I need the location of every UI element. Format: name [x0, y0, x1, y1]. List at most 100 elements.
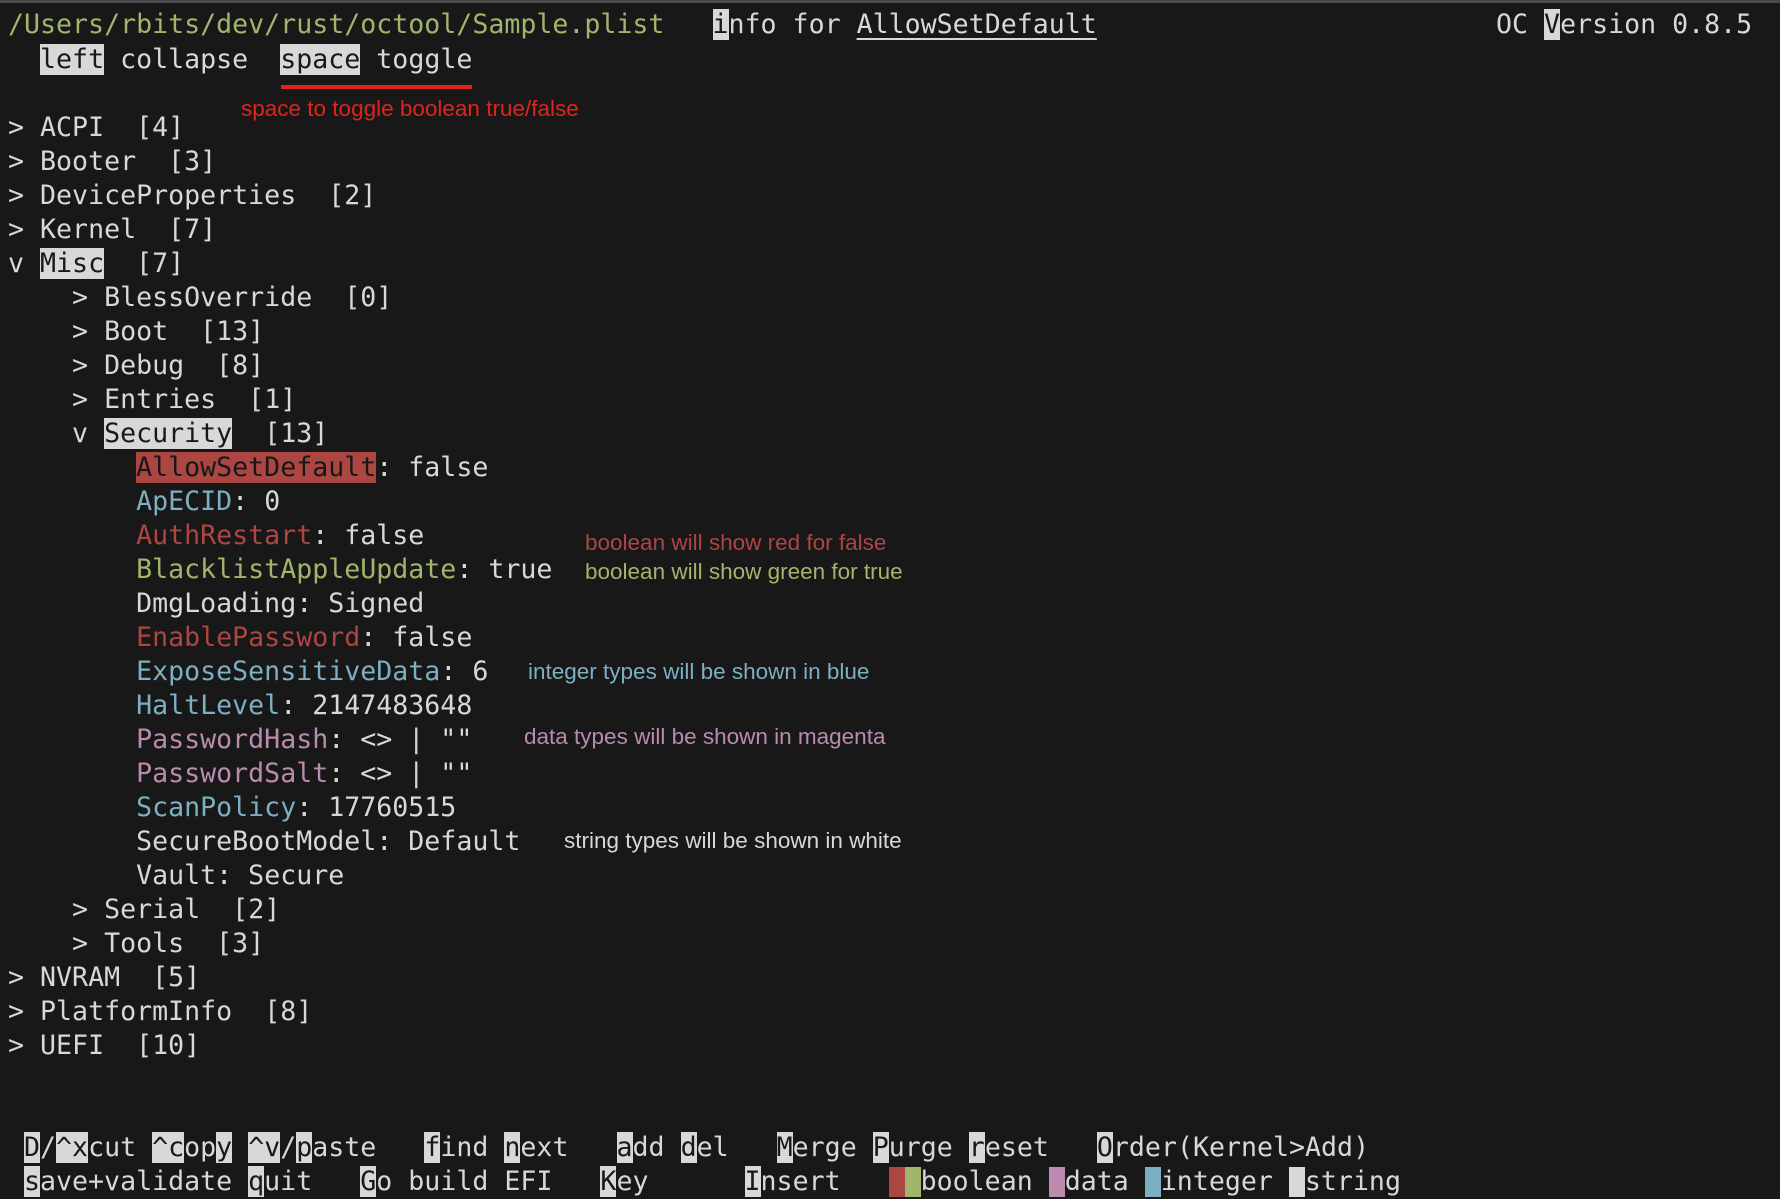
- section-name[interactable]: NVRAM: [40, 962, 120, 993]
- annotation-integer: integer types will be shown in blue: [528, 659, 870, 684]
- command-hotkey[interactable]: y: [216, 1132, 233, 1163]
- command-hotkey[interactable]: K: [600, 1166, 617, 1197]
- collapsed-chevron-icon[interactable]: >: [8, 112, 24, 143]
- tree-section-entries[interactable]: > Entries [1]: [8, 383, 296, 417]
- tree-section-deviceproperties[interactable]: > DeviceProperties [2]: [8, 179, 376, 213]
- collapsed-chevron-icon[interactable]: >: [8, 1030, 24, 1061]
- leaf-key[interactable]: AuthRestart: [136, 520, 312, 551]
- section-name[interactable]: Serial: [104, 894, 200, 925]
- tree-section-tools[interactable]: > Tools [3]: [8, 927, 264, 961]
- command-label: ey: [616, 1166, 745, 1197]
- leaf-key[interactable]: HaltLevel: [136, 690, 280, 721]
- section-name[interactable]: Kernel: [40, 214, 136, 245]
- collapsed-chevron-icon[interactable]: >: [72, 384, 88, 415]
- leaf-key[interactable]: EnablePassword: [136, 622, 360, 653]
- command-hotkey[interactable]: f: [424, 1132, 441, 1163]
- command-hotkey[interactable]: I: [744, 1166, 761, 1197]
- tree-section-uefi[interactable]: > UEFI [10]: [8, 1029, 200, 1063]
- tree-section-platforminfo[interactable]: > PlatformInfo [8]: [8, 995, 312, 1029]
- section-name[interactable]: PlatformInfo: [40, 996, 232, 1027]
- command-hotkey[interactable]: ^c: [152, 1132, 185, 1163]
- section-name[interactable]: ACPI: [40, 112, 104, 143]
- leaf-key[interactable]: BlacklistAppleUpdate: [136, 554, 456, 585]
- tree-leaf-authrestart[interactable]: AuthRestart: false: [8, 519, 424, 553]
- expanded-chevron-icon[interactable]: v: [72, 418, 88, 449]
- expanded-chevron-icon[interactable]: v: [8, 248, 24, 279]
- section-name[interactable]: Debug: [104, 350, 184, 381]
- command-hotkey[interactable]: P: [872, 1132, 889, 1163]
- tree-leaf-passwordsalt[interactable]: PasswordSalt: <> | "": [8, 757, 472, 791]
- tree-section-acpi[interactable]: > ACPI [4]: [8, 111, 184, 145]
- space-key[interactable]: space: [280, 44, 361, 75]
- leaf-key[interactable]: ApECID: [136, 486, 232, 517]
- tree-section-booter[interactable]: > Booter [3]: [8, 145, 216, 179]
- leaf-key[interactable]: PasswordSalt: [136, 758, 328, 789]
- leaf-key[interactable]: ScanPolicy: [136, 792, 296, 823]
- command-hotkey[interactable]: q: [248, 1166, 265, 1197]
- section-name[interactable]: Booter: [40, 146, 136, 177]
- command-hotkey[interactable]: a: [616, 1132, 633, 1163]
- left-key[interactable]: left: [40, 44, 105, 75]
- collapsed-chevron-icon[interactable]: >: [72, 928, 88, 959]
- collapsed-chevron-icon[interactable]: >: [8, 962, 24, 993]
- command-hotkey[interactable]: D: [24, 1132, 41, 1163]
- tree-leaf-passwordhash[interactable]: PasswordHash: <> | "": [8, 723, 472, 757]
- tree-leaf-haltlevel[interactable]: HaltLevel: 2147483648: [8, 689, 472, 723]
- tree-leaf-allowsetdefault[interactable]: AllowSetDefault: false: [8, 451, 488, 485]
- leaf-key[interactable]: ExposeSensitiveData: [136, 656, 440, 687]
- collapsed-chevron-icon[interactable]: >: [72, 350, 88, 381]
- tree-leaf-apecid[interactable]: ApECID: 0: [8, 485, 280, 519]
- version-hotkey[interactable]: V: [1544, 9, 1561, 40]
- section-name[interactable]: Security: [104, 418, 233, 449]
- command-hotkey[interactable]: ^v: [248, 1132, 281, 1163]
- command-hotkey[interactable]: O: [1096, 1132, 1113, 1163]
- command-hotkey[interactable]: ^x: [56, 1132, 89, 1163]
- tree-leaf-exposesensitivedata[interactable]: ExposeSensitiveData: 6: [8, 655, 488, 689]
- collapsed-chevron-icon[interactable]: >: [72, 316, 88, 347]
- leaf-key[interactable]: PasswordHash: [136, 724, 328, 755]
- section-name[interactable]: BlessOverride: [104, 282, 312, 313]
- collapsed-chevron-icon[interactable]: >: [8, 146, 24, 177]
- tree-section-nvram[interactable]: > NVRAM [5]: [8, 961, 200, 995]
- command-hotkey[interactable]: M: [776, 1132, 793, 1163]
- command-hotkey[interactable]: n: [504, 1132, 521, 1163]
- tree-section-kernel[interactable]: > Kernel [7]: [8, 213, 216, 247]
- section-name[interactable]: Boot: [104, 316, 168, 347]
- tree-leaf-vault[interactable]: Vault: Secure: [8, 859, 344, 893]
- tree-leaf-dmgloading[interactable]: DmgLoading: Signed: [8, 587, 424, 621]
- section-name[interactable]: Tools: [104, 928, 184, 959]
- annotation-bool-false: boolean will show red for false: [585, 530, 887, 555]
- tree-section-debug[interactable]: > Debug [8]: [8, 349, 264, 383]
- leaf-key[interactable]: SecureBootModel: [136, 826, 376, 857]
- tree-leaf-securebootmodel[interactable]: SecureBootModel: Default: [8, 825, 520, 859]
- command-hotkey[interactable]: d: [680, 1132, 697, 1163]
- info-hotkey[interactable]: i: [712, 9, 729, 40]
- command-hotkey[interactable]: G: [360, 1166, 377, 1197]
- tree-leaf-scanpolicy[interactable]: ScanPolicy: 17760515: [8, 791, 456, 825]
- tree-section-boot[interactable]: > Boot [13]: [8, 315, 264, 349]
- tree-leaf-enablepassword[interactable]: EnablePassword: false: [8, 621, 472, 655]
- collapsed-chevron-icon[interactable]: >: [8, 996, 24, 1027]
- tree-leaf-blacklistappleupdate[interactable]: BlacklistAppleUpdate: true: [8, 553, 552, 587]
- leaf-key[interactable]: DmgLoading: [136, 588, 296, 619]
- annotation-bool-true: boolean will show green for true: [585, 559, 903, 584]
- collapsed-chevron-icon[interactable]: >: [72, 282, 88, 313]
- command-hotkey[interactable]: r: [968, 1132, 985, 1163]
- command-hotkey[interactable]: s: [24, 1166, 41, 1197]
- collapsed-chevron-icon[interactable]: >: [8, 180, 24, 211]
- tree-section-serial[interactable]: > Serial [2]: [8, 893, 280, 927]
- section-name[interactable]: Entries: [104, 384, 216, 415]
- tree-section-blessoverride[interactable]: > BlessOverride [0]: [8, 281, 392, 315]
- collapsed-chevron-icon[interactable]: >: [72, 894, 88, 925]
- leaf-key[interactable]: AllowSetDefault: [136, 452, 377, 483]
- collapsed-chevron-icon[interactable]: >: [8, 214, 24, 245]
- section-name[interactable]: DeviceProperties: [40, 180, 296, 211]
- section-name[interactable]: Misc: [40, 248, 105, 279]
- section-name[interactable]: UEFI: [40, 1030, 104, 1061]
- tree-section-security[interactable]: v Security [13]: [8, 417, 328, 451]
- command-hotkey[interactable]: p: [296, 1132, 313, 1163]
- annotation-underline: [281, 85, 472, 89]
- leaf-key[interactable]: Vault: [136, 860, 216, 891]
- tree-section-misc[interactable]: v Misc [7]: [8, 247, 184, 281]
